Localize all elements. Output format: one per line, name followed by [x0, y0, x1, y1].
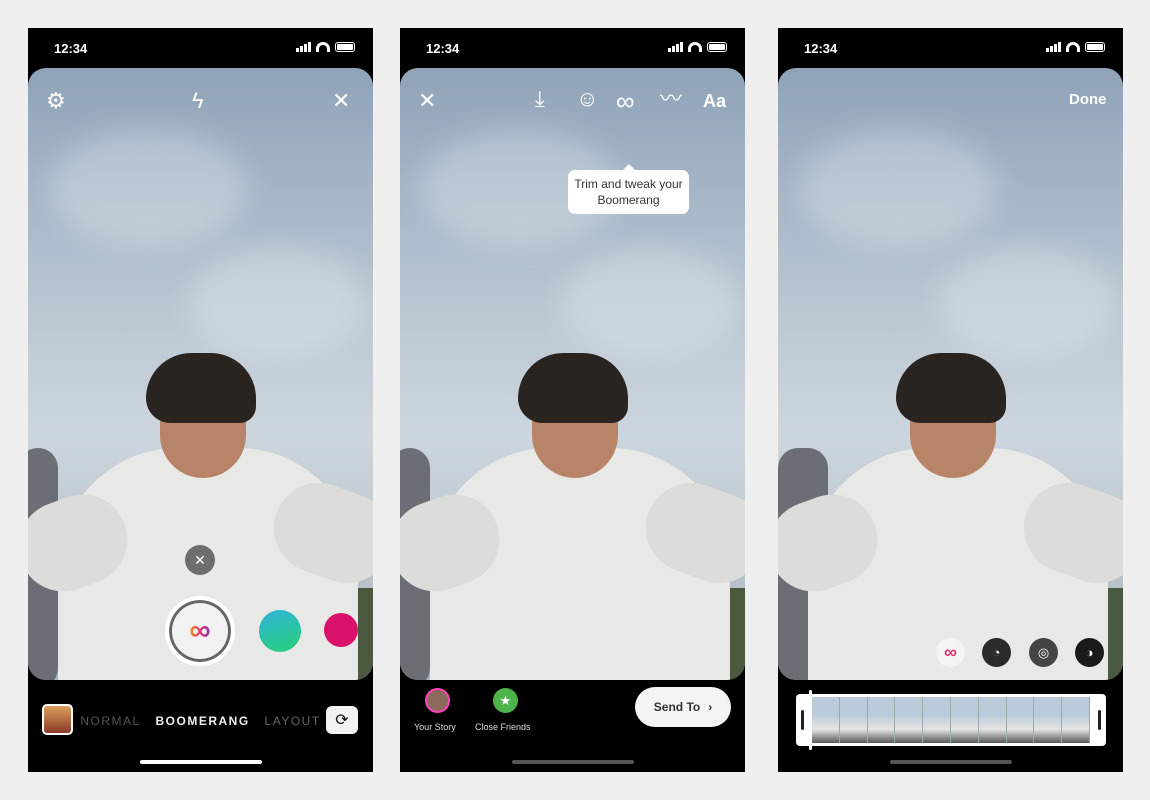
- text-tool[interactable]: Aa: [703, 92, 726, 110]
- status-bar: 12:34: [778, 28, 1123, 68]
- status-bar: 12:34: [400, 28, 745, 68]
- battery-icon: [707, 42, 727, 52]
- effect-echo-button[interactable]: ◎: [1029, 638, 1058, 667]
- status-time: 12:34: [426, 41, 460, 56]
- timeline-frames: [812, 697, 1090, 743]
- flip-camera-button[interactable]: ⟳: [326, 706, 358, 734]
- effect-teal[interactable]: [259, 610, 301, 652]
- signal-icon: [668, 42, 683, 52]
- battery-icon: [335, 42, 355, 52]
- home-indicator: [889, 760, 1012, 764]
- home-indicator: [511, 760, 634, 764]
- status-time: 12:34: [54, 41, 88, 56]
- mode-layout[interactable]: LAYOUT: [265, 714, 321, 728]
- done-button[interactable]: Done: [1069, 92, 1107, 107]
- phone-trim-screen: 12:34 Done ∞ ◔ ◎ ◑: [778, 28, 1123, 772]
- home-indicator: [139, 760, 262, 764]
- your-story-label[interactable]: Your Story: [414, 722, 456, 732]
- mode-selector[interactable]: NORMAL BOOMERANG LAYOUT: [28, 714, 373, 728]
- capture-button[interactable]: ∞: [165, 596, 235, 666]
- close-friends-label[interactable]: Close Friends: [475, 722, 531, 732]
- wifi-icon: [688, 42, 702, 52]
- close-friends-button[interactable]: ★: [493, 688, 518, 713]
- trim-handle-right[interactable]: [1098, 710, 1101, 730]
- status-time: 12:34: [804, 41, 838, 56]
- boomerang-icon: ∞: [189, 614, 211, 647]
- signal-icon: [1046, 42, 1061, 52]
- send-to-label: Send To: [653, 700, 701, 714]
- trim-timeline[interactable]: [796, 690, 1106, 750]
- flash-off-icon[interactable]: ϟ: [192, 90, 204, 112]
- camera-preview: ⚙ ϟ ✕ ✕ ∞: [28, 68, 373, 680]
- send-to-button[interactable]: Send To ›: [635, 687, 731, 727]
- effect-boomerang-button[interactable]: ∞: [936, 638, 965, 667]
- tooltip: Trim and tweak your Boomerang: [568, 164, 689, 214]
- wifi-icon: [316, 42, 330, 52]
- playhead[interactable]: [809, 690, 812, 750]
- battery-icon: [1085, 42, 1105, 52]
- effect-duo-button[interactable]: ◑: [1075, 638, 1104, 667]
- your-story-avatar[interactable]: [425, 688, 450, 713]
- settings-icon[interactable]: ⚙: [46, 90, 66, 112]
- effect-slowmo-button[interactable]: ◔: [982, 638, 1011, 667]
- boomerang-preview: Done ∞ ◔ ◎ ◑: [778, 68, 1123, 680]
- close-icon[interactable]: ✕: [332, 90, 350, 112]
- wifi-icon: [1066, 42, 1080, 52]
- cancel-boomerang-button[interactable]: ✕: [185, 545, 215, 575]
- trim-handle-left[interactable]: [801, 710, 804, 730]
- draw-icon[interactable]: 〰: [660, 88, 682, 110]
- sticker-icon[interactable]: ☺: [576, 88, 598, 110]
- phone-camera-screen: 12:34 ⚙ ϟ ✕ ✕ ∞ NORMAL BOOMERANG LAYOUT …: [28, 28, 373, 772]
- close-icon[interactable]: ✕: [418, 90, 436, 112]
- boomerang-trim-icon[interactable]: ∞: [616, 88, 635, 114]
- boomerang-preview: ✕ ⤓ ☺ ∞ 〰 Aa Trim and tweak your Boomera…: [400, 68, 745, 680]
- signal-icon: [296, 42, 311, 52]
- mode-normal[interactable]: NORMAL: [80, 714, 140, 728]
- phone-edit-screen: 12:34 ✕ ⤓ ☺ ∞ 〰 Aa Trim and tweak your B…: [400, 28, 745, 772]
- star-icon: ★: [499, 692, 512, 708]
- effect-pink[interactable]: [324, 613, 358, 647]
- download-icon[interactable]: ⤓: [535, 88, 545, 110]
- mode-boomerang[interactable]: BOOMERANG: [156, 714, 250, 728]
- chevron-right-icon: ›: [708, 700, 713, 714]
- status-bar: 12:34: [28, 28, 373, 68]
